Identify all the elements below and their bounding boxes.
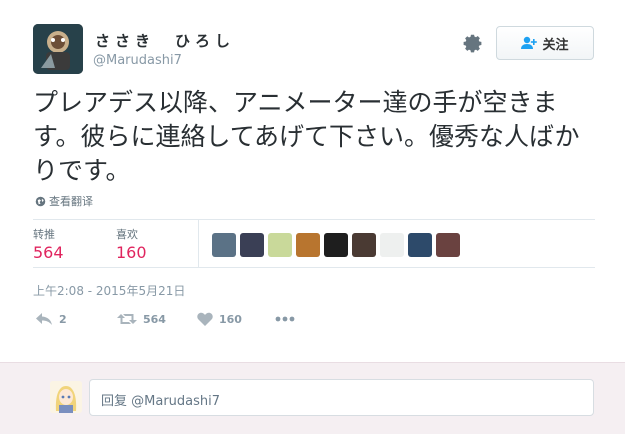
retweets-stat[interactable]: 转推 564 bbox=[33, 226, 64, 262]
retweet-icon bbox=[117, 314, 137, 324]
likes-label: 喜欢 bbox=[116, 228, 138, 241]
liker-avatar[interactable] bbox=[240, 233, 264, 257]
follow-button-label: 关注 bbox=[542, 37, 569, 53]
tweet-text: プレアデス以降、アニメーター達の手が空きます。彼らに連絡してあげて下さい。優秀な… bbox=[33, 88, 580, 185]
like-action[interactable]: 160 bbox=[197, 312, 242, 326]
liker-avatar[interactable] bbox=[296, 233, 320, 257]
divider bbox=[33, 267, 595, 268]
liker-avatar[interactable] bbox=[324, 233, 348, 257]
follow-button[interactable]: 关注 bbox=[496, 26, 594, 60]
liker-avatar[interactable] bbox=[436, 233, 460, 257]
add-user-icon bbox=[521, 36, 538, 49]
globe-icon bbox=[35, 196, 46, 206]
likes-stat[interactable]: 喜欢 160 bbox=[116, 226, 147, 262]
liker-avatar[interactable] bbox=[352, 233, 376, 257]
gear-icon[interactable] bbox=[462, 33, 484, 55]
retweets-label: 转推 bbox=[33, 228, 55, 241]
reply-area: 回复 @Marudashi7 bbox=[0, 362, 625, 434]
author-handle[interactable]: @Marudashi7 bbox=[93, 53, 182, 68]
author-avatar[interactable] bbox=[33, 24, 83, 74]
heart-icon bbox=[197, 312, 213, 326]
retweet-action[interactable]: 564 bbox=[117, 312, 166, 326]
more-action[interactable] bbox=[275, 316, 295, 322]
translate-link[interactable]: 查看翻译 bbox=[35, 193, 93, 209]
reply-icon bbox=[36, 313, 52, 325]
reply-action[interactable]: 2 bbox=[35, 312, 67, 326]
like-count: 160 bbox=[219, 312, 242, 326]
liker-avatar[interactable] bbox=[212, 233, 236, 257]
tweet-timestamp[interactable]: 上午2:08 - 2015年5月21日 bbox=[33, 282, 185, 299]
stats-separator bbox=[198, 220, 199, 267]
more-dots-icon bbox=[275, 316, 295, 322]
retweets-count: 564 bbox=[33, 243, 64, 262]
reply-count: 2 bbox=[59, 312, 67, 326]
retweet-count: 564 bbox=[143, 312, 166, 326]
tweet-card: ささき ひろし @Marudashi7 关注 プレアデス以降、アニメーター達の手… bbox=[0, 0, 625, 362]
likers-avatars bbox=[212, 233, 460, 257]
author-display-name[interactable]: ささき ひろし bbox=[95, 30, 235, 51]
reply-input[interactable]: 回复 @Marudashi7 bbox=[89, 379, 594, 416]
liker-avatar[interactable] bbox=[268, 233, 292, 257]
translate-label: 查看翻译 bbox=[49, 195, 93, 208]
liker-avatar[interactable] bbox=[380, 233, 404, 257]
likes-count: 160 bbox=[116, 243, 147, 262]
liker-avatar[interactable] bbox=[408, 233, 432, 257]
current-user-avatar bbox=[50, 381, 82, 413]
